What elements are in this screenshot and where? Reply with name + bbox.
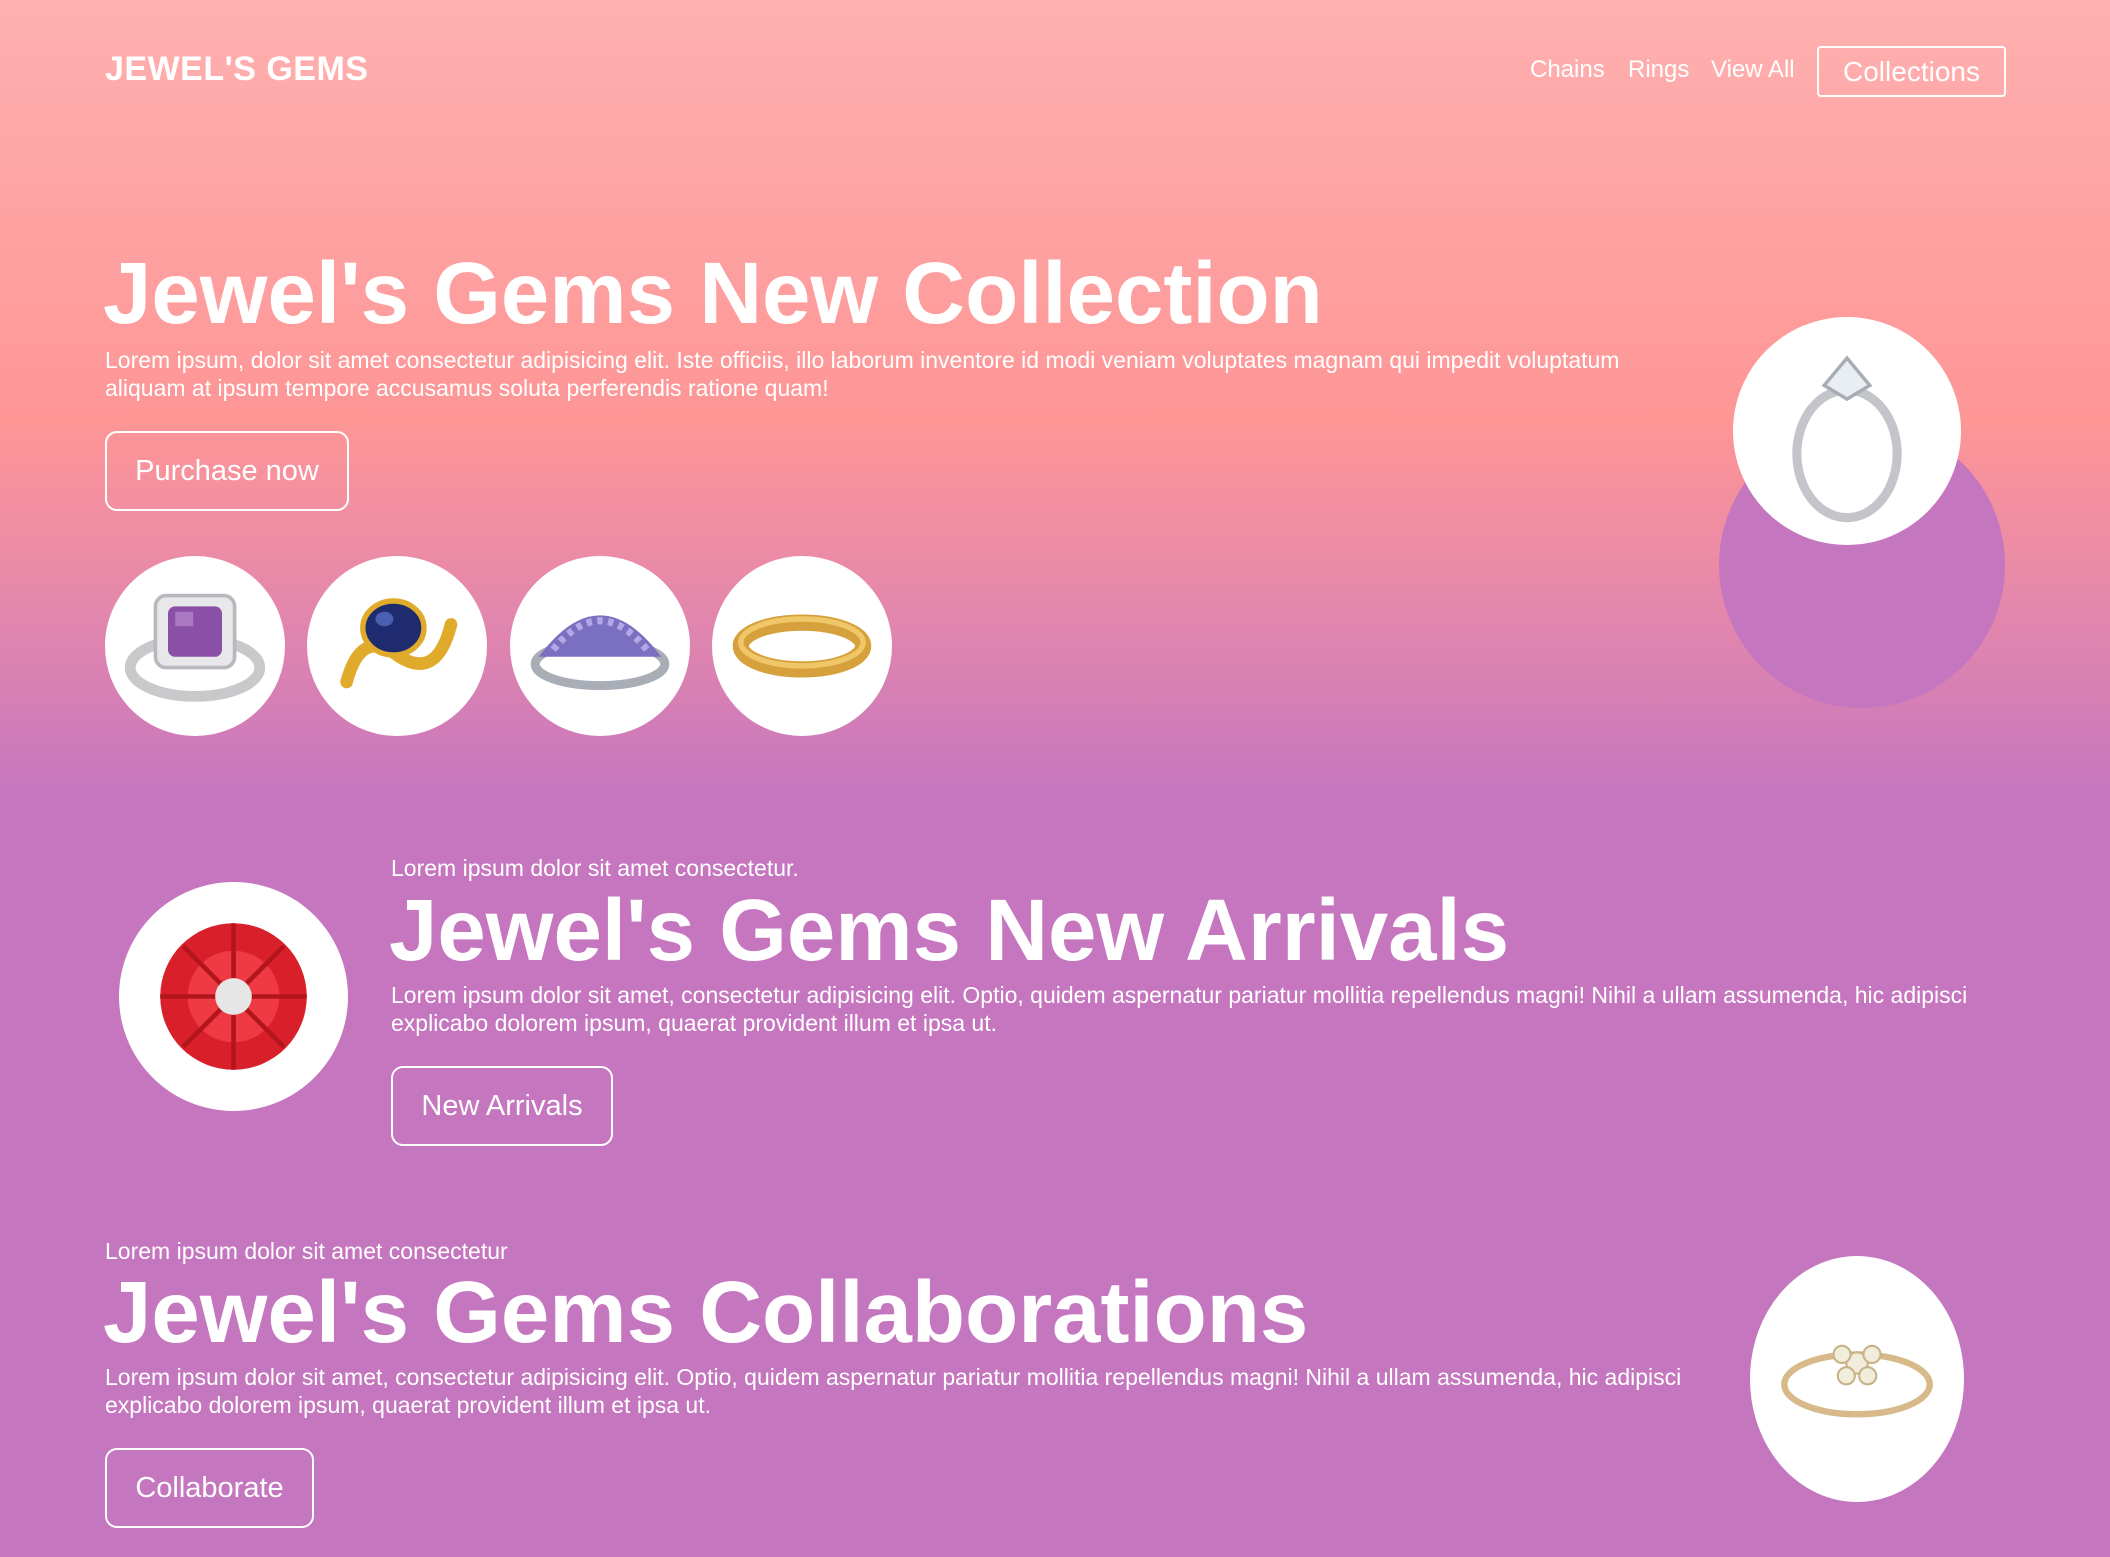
gold-band-icon[interactable] <box>712 556 892 736</box>
collabs-kicker: Lorem ipsum dolor sit amet consectetur <box>105 1238 508 1264</box>
nav-link-view-all[interactable]: View All <box>1711 56 1795 84</box>
brand-logo[interactable]: JEWEL'S GEMS <box>105 50 368 89</box>
solitaire-ring-icon[interactable] <box>1733 317 1961 545</box>
hero-description: Lorem ipsum, dolor sit amet consectetur … <box>105 347 1620 401</box>
sapphire-ring-icon[interactable] <box>307 556 487 736</box>
nav-link-chains[interactable]: Chains <box>1530 56 1605 84</box>
purchase-now-button[interactable]: Purchase now <box>105 431 349 511</box>
collections-button[interactable]: Collections <box>1817 46 2006 97</box>
collaborate-button[interactable]: Collaborate <box>105 1448 314 1528</box>
hero-title: Jewel's Gems New Collection <box>103 245 1323 342</box>
collabs-description: Lorem ipsum dolor sit amet, consectetur … <box>105 1364 1682 1418</box>
pave-band-icon[interactable] <box>510 556 690 736</box>
arrivals-description: Lorem ipsum dolor sit amet, consectetur … <box>391 982 1968 1036</box>
arrivals-title: Jewel's Gems New Arrivals <box>389 882 1510 979</box>
new-arrivals-button[interactable]: New Arrivals <box>391 1066 613 1146</box>
collabs-title: Jewel's Gems Collaborations <box>103 1264 1309 1361</box>
flower-band-icon[interactable] <box>1750 1256 1964 1502</box>
nav-link-rings[interactable]: Rings <box>1628 56 1689 84</box>
amethyst-ring-icon[interactable] <box>105 556 285 736</box>
red-flower-ring-icon[interactable] <box>119 882 348 1111</box>
arrivals-kicker: Lorem ipsum dolor sit amet consectetur. <box>391 855 799 881</box>
